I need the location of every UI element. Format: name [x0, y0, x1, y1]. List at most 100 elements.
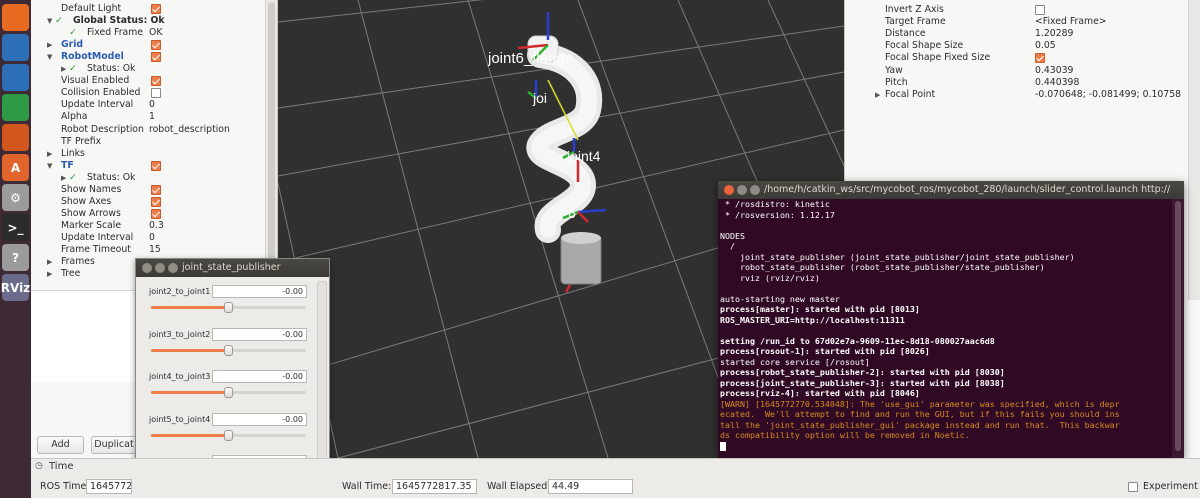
display-row[interactable]: ▼ ✓ Global Status: Ok: [31, 15, 264, 27]
display-row-value[interactable]: 0: [149, 99, 155, 111]
display-row-value[interactable]: 15: [149, 244, 161, 256]
display-row-checkbox[interactable]: [151, 196, 161, 207]
display-row[interactable]: Marker Scale 0.3: [31, 220, 264, 232]
view-property-checkbox[interactable]: [1035, 53, 1045, 64]
terminal-titlebar[interactable]: /home/h/catkin_ws/src/mycobot_ros/mycobo…: [718, 181, 1184, 199]
close-icon[interactable]: [142, 263, 152, 273]
expand-down-icon[interactable]: ▼: [47, 51, 52, 63]
minimize-icon[interactable]: [737, 185, 747, 195]
scrollbar-thumb[interactable]: [1175, 201, 1181, 451]
joint-slider-handle[interactable]: [224, 344, 233, 356]
maximize-icon[interactable]: [750, 185, 760, 195]
view-property-row[interactable]: Pitch 0.440398: [845, 77, 1185, 89]
terminal-window[interactable]: /home/h/catkin_ws/src/mycobot_ros/mycobo…: [718, 181, 1184, 458]
display-row[interactable]: ✓ Fixed Frame OK: [31, 27, 264, 39]
help-icon[interactable]: ?: [2, 244, 29, 271]
calc-icon[interactable]: [2, 94, 29, 121]
terminal-icon[interactable]: >_: [2, 214, 29, 241]
joint-slider[interactable]: [151, 302, 306, 313]
files-icon[interactable]: [2, 34, 29, 61]
ros-time-field[interactable]: 1645772817.35: [86, 479, 132, 494]
joint-value-field[interactable]: -0.00: [212, 370, 307, 383]
writer-icon[interactable]: [2, 64, 29, 91]
display-row[interactable]: Update Interval 0: [31, 232, 264, 244]
impress-icon[interactable]: [2, 124, 29, 151]
view-property-value[interactable]: 0.05: [1035, 40, 1056, 52]
display-row-checkbox[interactable]: [151, 88, 161, 99]
scrollbar-thumb[interactable]: [268, 2, 275, 278]
maximize-icon[interactable]: [168, 263, 178, 273]
minimize-icon[interactable]: [155, 263, 165, 273]
view-property-value[interactable]: <Fixed Frame>: [1035, 16, 1107, 28]
duplicate-button[interactable]: Duplicat: [91, 436, 137, 454]
display-row-checkbox[interactable]: [151, 52, 161, 63]
display-row-checkbox[interactable]: [151, 184, 161, 195]
display-row-value[interactable]: robot_description: [149, 124, 230, 136]
display-row[interactable]: ▶ Links: [31, 148, 264, 160]
firefox-icon[interactable]: [2, 4, 29, 31]
display-row[interactable]: Show Axes: [31, 196, 264, 208]
display-row[interactable]: Show Arrows: [31, 208, 264, 220]
display-row[interactable]: ▼ TF: [31, 160, 264, 172]
expand-right-icon[interactable]: ▶: [47, 268, 52, 280]
add-button[interactable]: Add: [37, 436, 84, 454]
terminal-scrollbar[interactable]: [1172, 199, 1184, 458]
view-property-value[interactable]: 0.440398: [1035, 77, 1079, 89]
rviz-icon[interactable]: RViz: [1, 274, 30, 301]
displays-scrollbar[interactable]: [265, 0, 277, 290]
expand-right-icon[interactable]: ▶: [47, 256, 52, 268]
terminal-output[interactable]: * /rosdistro: kinetic * /rosversion: 1.1…: [720, 199, 1170, 458]
view-property-row[interactable]: ▶ Focal Point -0.070648; -0.081499; 0.1075…: [845, 89, 1185, 101]
joint-slider-handle[interactable]: [224, 429, 233, 441]
display-row[interactable]: ▶ ✓ Status: Ok: [31, 172, 264, 184]
joint-slider[interactable]: [151, 387, 306, 398]
display-row-value[interactable]: 0.3: [149, 220, 164, 232]
joint-slider-handle[interactable]: [224, 302, 233, 313]
close-icon[interactable]: [724, 185, 734, 195]
software-center-icon[interactable]: A: [2, 154, 29, 181]
joint-slider[interactable]: [151, 429, 306, 441]
jsp-titlebar[interactable]: joint_state_publisher: [136, 259, 329, 277]
display-row-checkbox[interactable]: [151, 76, 161, 87]
display-row[interactable]: Default Light: [31, 3, 264, 15]
views-scrollbar[interactable]: [1188, 0, 1200, 300]
joint-slider-handle[interactable]: [224, 387, 233, 398]
display-row-value[interactable]: OK: [149, 27, 162, 39]
view-property-value[interactable]: 1.20289: [1035, 28, 1073, 40]
wall-elapsed-field[interactable]: 44.49: [548, 479, 633, 494]
display-row-checkbox[interactable]: [151, 4, 161, 14]
display-row-checkbox[interactable]: [151, 40, 161, 51]
display-row[interactable]: Show Names: [31, 184, 264, 196]
display-row[interactable]: Collision Enabled: [31, 87, 264, 99]
expand-right-icon[interactable]: ▶: [47, 148, 52, 160]
wall-time-field[interactable]: 1645772817.35: [392, 479, 477, 494]
view-property-row[interactable]: Distance 1.20289: [845, 28, 1185, 40]
expand-right-icon[interactable]: ▶: [47, 39, 52, 51]
expand-down-icon[interactable]: ▼: [47, 15, 52, 27]
display-row[interactable]: Robot Description robot_description: [31, 124, 264, 136]
display-row[interactable]: TF Prefix: [31, 136, 264, 148]
view-property-checkbox[interactable]: [1035, 5, 1045, 15]
display-row[interactable]: Alpha 1: [31, 111, 264, 123]
display-row-value[interactable]: 0: [149, 232, 155, 244]
view-property-row[interactable]: Focal Shape Size 0.05: [845, 40, 1185, 52]
display-row[interactable]: Visual Enabled: [31, 75, 264, 87]
display-row-checkbox[interactable]: [151, 160, 161, 171]
display-row[interactable]: ▶ ✓ Status: Ok: [31, 63, 264, 75]
expand-down-icon[interactable]: ▼: [47, 160, 52, 172]
expand-right-icon[interactable]: ▶: [61, 63, 66, 75]
joint-value-field[interactable]: -0.00: [212, 412, 307, 426]
joint-value-field[interactable]: -0.00: [212, 285, 307, 298]
view-property-value[interactable]: 0.43039: [1035, 65, 1073, 77]
view-property-row[interactable]: Focal Shape Fixed Size: [845, 52, 1185, 64]
view-property-value[interactable]: -0.070648; -0.081499; 0.10758: [1035, 89, 1181, 101]
display-row[interactable]: Frame Timeout 15: [31, 244, 264, 256]
expand-right-icon[interactable]: ▶: [875, 89, 880, 101]
experimental-checkbox[interactable]: [1128, 482, 1138, 492]
settings-icon[interactable]: ⚙: [2, 184, 29, 211]
display-row[interactable]: ▶ Grid: [31, 39, 264, 51]
joint-value-field[interactable]: -0.00: [212, 327, 307, 341]
expand-right-icon[interactable]: ▶: [61, 172, 66, 184]
display-row[interactable]: ▼ RobotModel: [31, 51, 264, 63]
view-property-row[interactable]: Yaw 0.43039: [845, 65, 1185, 77]
